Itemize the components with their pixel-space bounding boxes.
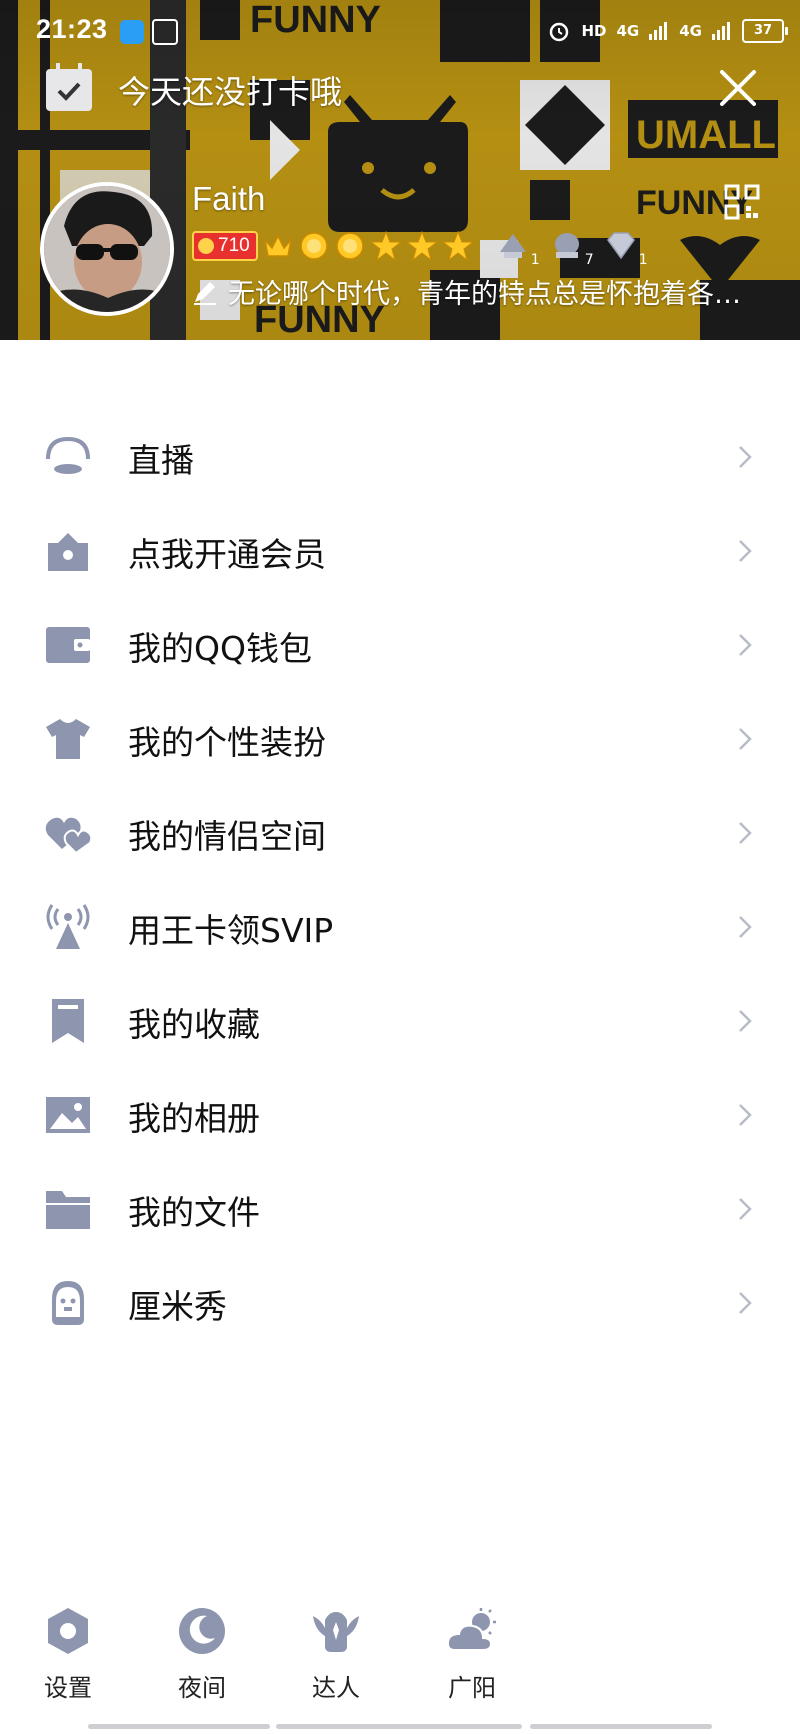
night-mode-button[interactable]: 夜间 [162,1606,242,1703]
antenna-icon [46,904,90,949]
chevron-right-icon [739,1010,752,1032]
level-badge: 710 [192,231,258,261]
menu-label-wallet: 我的QQ钱包 [128,629,312,668]
menu-item-couple[interactable]: 我的情侣空间 [0,786,800,880]
star-icon-2 [405,230,438,262]
checkin-label: 今天还没打卡哦 [118,73,343,111]
folder-icon [46,1191,90,1229]
status-time: 21:23 [36,14,108,44]
weather-button[interactable]: 广阳 [432,1606,512,1703]
moon-icon [179,1608,225,1654]
cloud-sun-icon [446,1608,496,1651]
menu-item-vip[interactable]: 点我开通会员 [0,504,800,598]
profile-banner[interactable]: FUNNY FUNNY FUNNY UMALL 21:23 [0,0,800,340]
menu-item-live[interactable]: 直播 [0,410,800,504]
level-row[interactable]: 710 1 7 1 [192,228,648,268]
badge-penguin-count: 7 [584,252,594,268]
menu-item-cmshow[interactable]: 厘米秀 [0,1256,800,1350]
menu-item-theme[interactable]: 我的个性装扮 [0,692,800,786]
menu-item-wallet[interactable]: 我的QQ钱包 [0,598,800,692]
chevron-right-icon [739,1104,752,1126]
chevron-right-icon [739,728,752,750]
chevron-right-icon [739,1292,752,1314]
chevron-right-icon [739,1198,752,1220]
signal-4g-indicator-2: 4G [679,22,702,40]
bookmark-icon [52,999,84,1043]
badge-penguin-icon: 7 [550,230,594,268]
weather-label: 广阳 [448,1674,496,1702]
wallet-icon [46,627,90,663]
menu-item-favorites[interactable]: 我的收藏 [0,974,800,1068]
signature-text: 无论哪个时代，青年的特点总是怀抱着各… [228,279,741,310]
sun-icon-2 [335,232,364,260]
notification-app-icon [120,20,144,44]
menu-label-vip: 点我开通会员 [128,535,326,574]
avatar[interactable] [40,182,174,316]
menu-item-files[interactable]: 我的文件 [0,1162,800,1256]
menu-label-album: 我的相册 [128,1099,260,1138]
badge-diamond-icon: 1 [604,230,648,268]
live-icon [46,436,90,474]
signal-bars-icon [649,22,668,40]
night-mode-label: 夜间 [178,1674,226,1702]
menu-item-svip[interactable]: 用王卡领SVIP [0,880,800,974]
cmshow-icon [52,1281,84,1325]
bottom-bar: 设置 夜间 达人 广阳 [0,1606,800,1716]
star-icon-3 [441,230,474,262]
photo-icon [46,1097,90,1133]
calendar-check-icon [46,63,92,111]
badge-diamond-count: 1 [638,252,648,268]
level-value: 710 [218,235,250,256]
home-indicator [0,1724,800,1730]
alarm-icon [550,22,569,42]
menu-list: 直播 点我开通会员 我的QQ钱包 我的个性装扮 我的情侣空间 用王卡领SVIP … [0,410,800,1350]
achievement-badges: 1 7 1 [496,230,648,268]
menu-label-favorites: 我的收藏 [128,1005,260,1044]
badge-rank-count: 1 [530,252,540,268]
menu-label-live: 直播 [128,441,194,480]
menu-label-svip: 用王卡领SVIP [128,911,334,950]
menu-label-cmshow: 厘米秀 [128,1287,227,1326]
shirt-icon [46,719,90,759]
edit-pen-icon [194,281,216,305]
crown-icon [263,234,292,257]
signature-row[interactable]: 无论哪个时代，青年的特点总是怀抱着各… [192,272,762,311]
nickname[interactable]: Faith [192,180,265,218]
status-indicators: HD 4G 4G 37 [547,14,788,48]
hd-indicator: HD [581,22,607,40]
chevron-right-icon [739,916,752,938]
hearts-icon [45,817,92,855]
menu-label-couple: 我的情侣空间 [128,817,326,856]
chevron-right-icon [739,446,752,468]
settings-button[interactable]: 设置 [28,1606,108,1703]
star-icon [369,230,402,262]
sun-icon [299,232,328,260]
chevron-right-icon [739,540,752,562]
avatar-photo [44,186,170,312]
badge-rank-icon: 1 [496,230,540,268]
winged-badge-icon [313,1612,359,1652]
menu-label-files: 我的文件 [128,1193,260,1232]
gear-icon [48,1608,88,1654]
menu-label-theme: 我的个性装扮 [128,723,326,762]
battery-indicator: 37 [742,19,788,43]
qr-code-icon[interactable] [724,184,760,220]
chevron-right-icon [739,822,752,844]
checkin-row[interactable]: 今天还没打卡哦 [46,63,343,114]
expert-label: 达人 [312,1674,360,1702]
close-icon[interactable] [716,66,760,110]
expert-button[interactable]: 达人 [296,1606,376,1703]
settings-label: 设置 [44,1674,92,1702]
status-bar: 21:23 HD 4G 4G 37 [0,0,800,62]
chevron-right-icon [739,634,752,656]
signal-bars-icon-2 [712,22,730,40]
vip-icon [48,533,88,571]
notification-app2-icon [152,19,178,45]
signal-4g-indicator: 4G [616,22,640,40]
menu-item-album[interactable]: 我的相册 [0,1068,800,1162]
